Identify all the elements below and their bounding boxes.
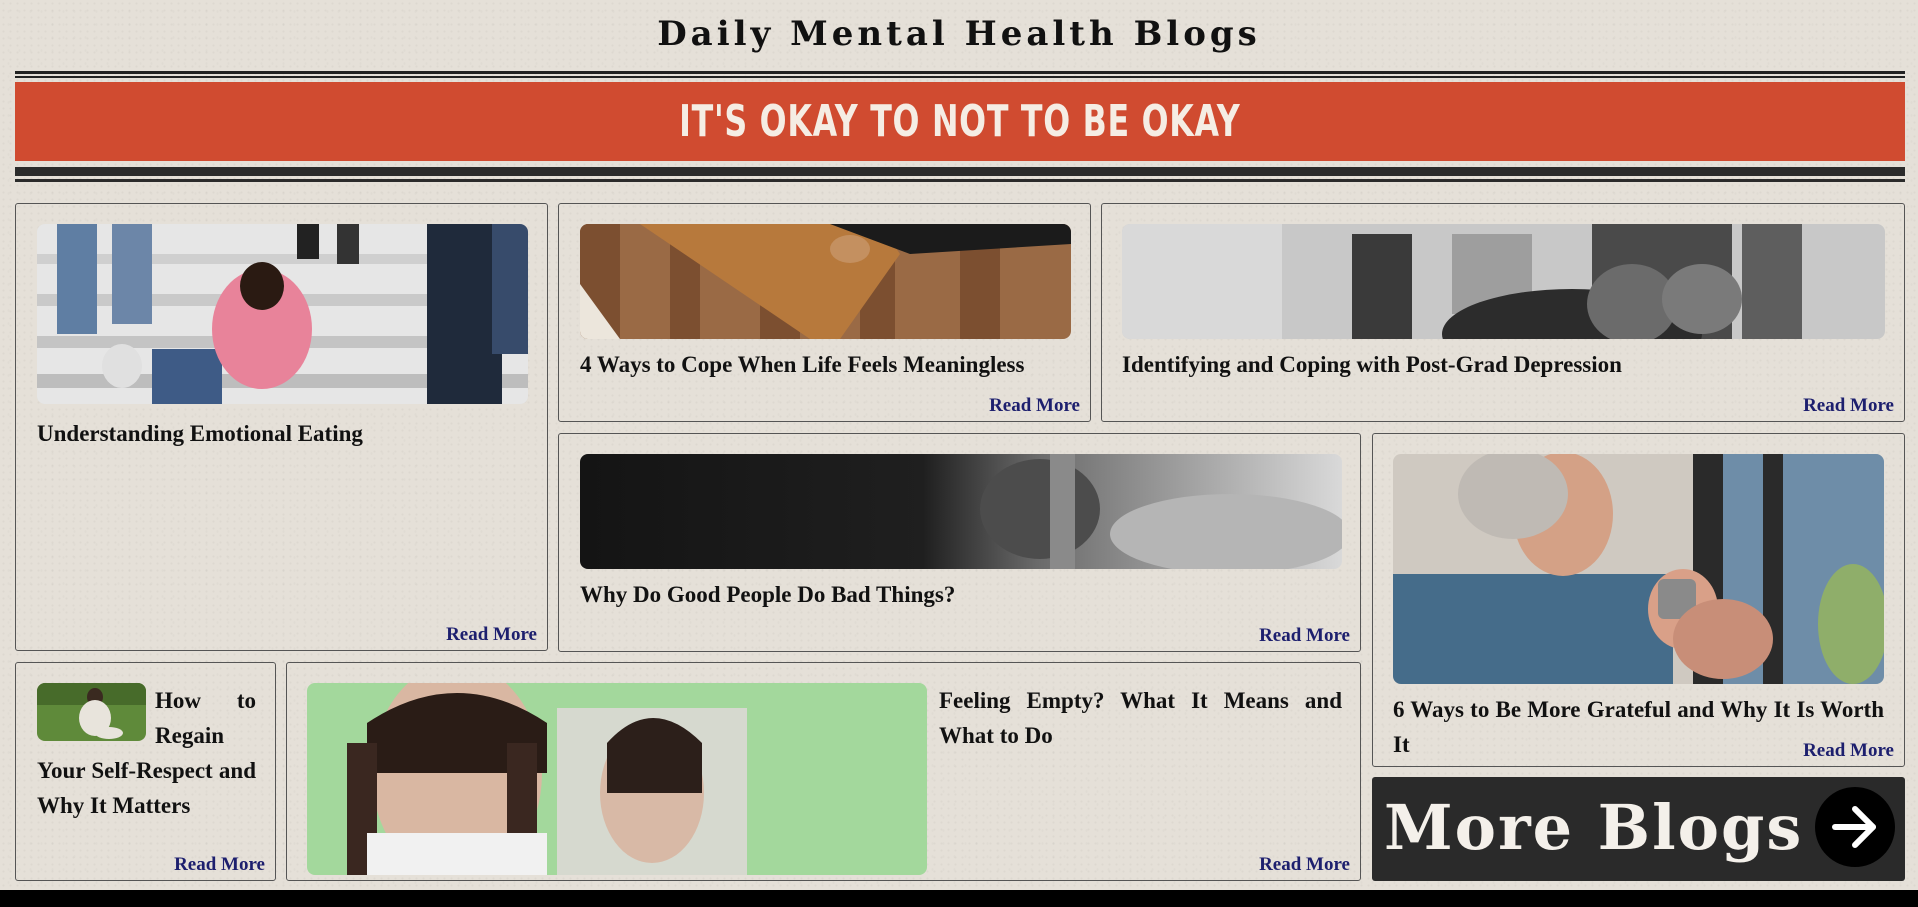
card-title[interactable]: Feeling Empty? What It Means and What to… [939,683,1342,753]
card-image [1122,224,1885,339]
blog-card-emotional-eating[interactable]: Understanding Emotional Eating Read More [15,203,548,651]
blog-card-good-people-bad-things[interactable]: Why Do Good People Do Bad Things? Read M… [558,433,1361,652]
more-blogs-label: More Blogs [1384,791,1804,864]
card-image [37,224,528,404]
card-title[interactable]: 4 Ways to Cope When Life Feels Meaningle… [580,347,1071,382]
card-image [580,224,1071,339]
read-more-link[interactable]: Read More [1259,625,1350,647]
banner-divider-thick [15,167,1905,176]
read-more-link[interactable]: Read More [1803,740,1894,762]
card-image [1393,454,1884,684]
blog-card-self-respect[interactable]: How to Regain Your Self-Respect and Why … [15,662,276,881]
more-blogs-button[interactable]: More Blogs [1372,777,1905,881]
read-more-link[interactable]: Read More [1259,854,1350,876]
tagline-banner: IT'S OKAY TO NOT TO BE OKAY [15,82,1905,161]
blog-card-cope-meaningless[interactable]: 4 Ways to Cope When Life Feels Meaningle… [558,203,1091,422]
card-title[interactable]: How to Regain Your Self-Respect and Why … [37,683,256,823]
read-more-link[interactable]: Read More [1803,395,1894,417]
site-title: Daily Mental Health Blogs [657,14,1261,54]
header-divider-thin [15,76,1905,78]
arrow-right-icon[interactable] [1815,787,1895,867]
banner-text: IT'S OKAY TO NOT TO BE OKAY [679,96,1241,147]
header-divider-top [15,71,1905,74]
banner-divider-thin [15,179,1905,182]
card-image [580,454,1342,569]
blog-card-post-grad-depression[interactable]: Identifying and Coping with Post-Grad De… [1101,203,1905,422]
read-more-link[interactable]: Read More [446,624,537,646]
title-wrap-spacer [37,683,146,741]
read-more-link[interactable]: Read More [989,395,1080,417]
page: Daily Mental Health Blogs IT'S OKAY TO N… [0,0,1918,890]
card-image [307,683,927,875]
blog-card-feeling-empty[interactable]: Feeling Empty? What It Means and What to… [286,662,1361,881]
card-title[interactable]: Why Do Good People Do Bad Things? [580,577,1342,612]
card-title[interactable]: Understanding Emotional Eating [37,416,528,451]
card-title[interactable]: Identifying and Coping with Post-Grad De… [1122,347,1885,382]
blog-card-more-grateful[interactable]: 6 Ways to Be More Grateful and Why It Is… [1372,433,1905,767]
read-more-link[interactable]: Read More [174,854,265,876]
